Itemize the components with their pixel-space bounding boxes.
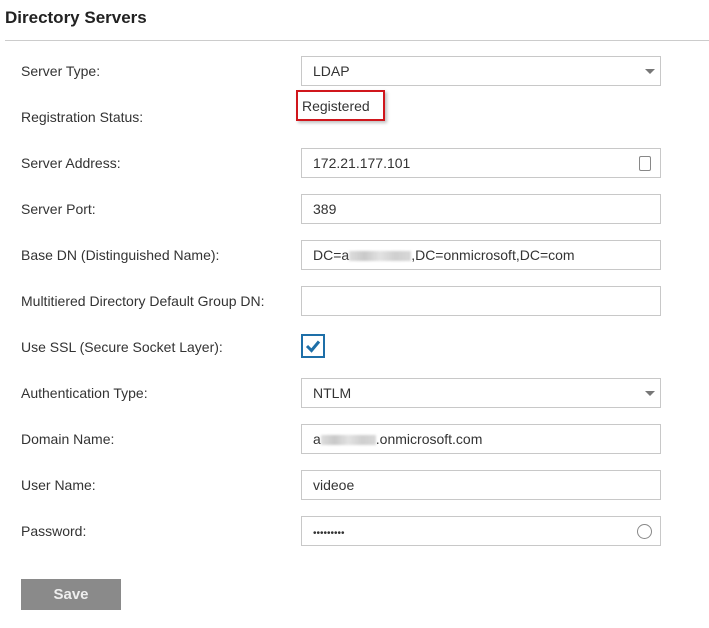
server-address-input[interactable]: 172.21.177.101 — [301, 148, 661, 178]
password-label: Password: — [21, 523, 87, 539]
server-address-value: 172.21.177.101 — [313, 155, 411, 171]
group-dn-label: Multitiered Directory Default Group DN: — [21, 293, 265, 309]
use-ssl-label: Use SSL (Secure Socket Layer): — [21, 339, 223, 355]
registration-status-value: Registered — [296, 90, 385, 121]
base-dn-input[interactable]: DC=a ,DC=onmicrosoft,DC=com — [301, 240, 661, 270]
chevron-down-icon — [645, 391, 655, 396]
contact-card-icon[interactable] — [639, 156, 651, 171]
row-registration-status: Registration Status: Registered — [0, 90, 709, 132]
server-type-label: Server Type: — [21, 63, 101, 79]
row-use-ssl: Use SSL (Secure Socket Layer): — [0, 332, 709, 362]
chevron-down-icon — [645, 69, 655, 74]
use-ssl-checkbox[interactable] — [301, 334, 325, 358]
domain-name-prefix: a — [313, 431, 321, 447]
server-port-label: Server Port: — [21, 201, 96, 217]
server-type-select[interactable]: LDAP — [301, 56, 661, 86]
server-address-label: Server Address: — [21, 155, 121, 171]
base-dn-suffix: ,DC=onmicrosoft,DC=com — [411, 247, 575, 263]
auth-type-select[interactable]: NTLM — [301, 378, 661, 408]
row-user-name: User Name: videoe — [0, 470, 709, 500]
divider — [5, 40, 709, 41]
redacted-text — [349, 251, 412, 262]
auth-type-label: Authentication Type: — [21, 385, 148, 401]
server-port-input[interactable]: 389 — [301, 194, 661, 224]
row-auth-type: Authentication Type: NTLM — [0, 378, 709, 408]
redacted-text — [320, 435, 376, 446]
lock-reveal-icon[interactable] — [637, 524, 652, 539]
domain-name-suffix: .onmicrosoft.com — [375, 431, 483, 447]
password-value: ••••••••• — [313, 528, 345, 539]
row-server-address: Server Address: 172.21.177.101 — [0, 148, 709, 178]
domain-name-label: Domain Name: — [21, 431, 115, 447]
checkmark-icon — [305, 340, 321, 353]
save-button[interactable]: Save — [21, 579, 121, 610]
row-password: Password: ••••••••• — [0, 516, 709, 546]
row-group-dn: Multitiered Directory Default Group DN: — [0, 286, 709, 316]
auth-type-value: NTLM — [313, 385, 352, 401]
row-domain-name: Domain Name: a .onmicrosoft.com — [0, 424, 709, 454]
server-type-value: LDAP — [313, 63, 350, 79]
domain-name-input[interactable]: a .onmicrosoft.com — [301, 424, 661, 454]
page-title: Directory Servers — [5, 8, 147, 27]
user-name-input[interactable]: videoe — [301, 470, 661, 500]
group-dn-input[interactable] — [301, 286, 661, 316]
base-dn-label: Base DN (Distinguished Name): — [21, 247, 220, 263]
row-server-type: Server Type: LDAP — [0, 56, 709, 86]
password-input[interactable]: ••••••••• — [301, 516, 661, 546]
base-dn-prefix: DC=a — [313, 247, 350, 263]
row-server-port: Server Port: 389 — [0, 194, 709, 224]
registration-status-label: Registration Status: — [21, 109, 144, 125]
row-base-dn: Base DN (Distinguished Name): DC=a ,DC=on… — [0, 240, 709, 270]
user-name-label: User Name: — [21, 477, 96, 493]
